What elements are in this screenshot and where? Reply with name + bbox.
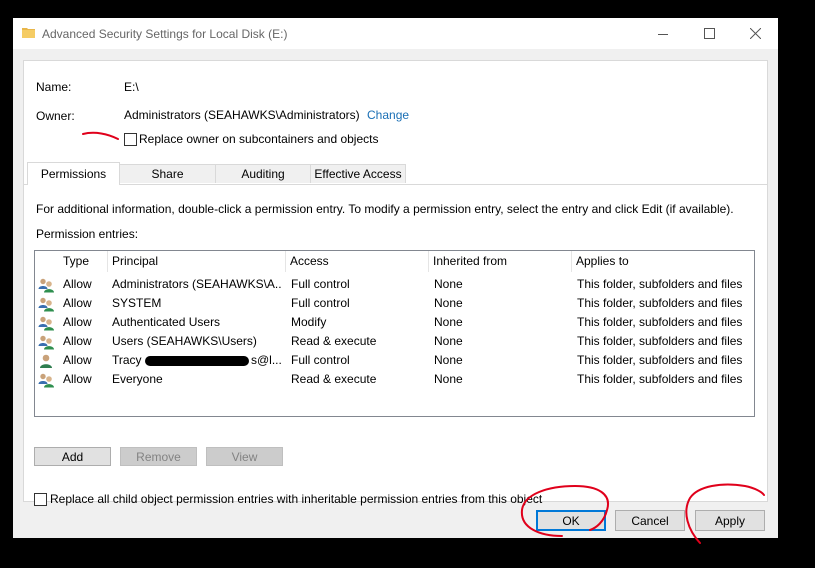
user-icon xyxy=(38,353,54,369)
name-label: Name: xyxy=(36,80,72,94)
column-header-inherited-from[interactable]: Inherited from xyxy=(429,251,572,272)
tab-permissions[interactable]: Permissions xyxy=(27,162,120,185)
cell-inherited: None xyxy=(434,372,463,386)
permission-row[interactable]: Allow Authenticated Users Modify None This f… xyxy=(35,313,754,332)
cell-type: Allow xyxy=(63,372,92,386)
minimize-icon xyxy=(658,33,668,35)
users-group-icon xyxy=(38,334,54,350)
cell-type: Allow xyxy=(63,334,92,348)
cell-inherited: None xyxy=(434,296,463,310)
folder-icon xyxy=(22,28,35,38)
apply-button[interactable]: Apply xyxy=(695,510,765,531)
content-panel: Name: E:\ Owner: Administrators (SEAHAWK… xyxy=(23,60,768,506)
cell-applies: This folder, subfolders and files xyxy=(577,372,743,386)
cell-applies: This folder, subfolders and files xyxy=(577,353,743,367)
permission-row[interactable]: Allow Everyone Read & execute None This fold… xyxy=(35,370,754,389)
permission-row[interactable]: Allow Tracy Full control None This folder, s… xyxy=(35,351,754,370)
cell-applies: This folder, subfolders and files xyxy=(577,277,743,291)
add-button[interactable]: Add xyxy=(34,447,111,466)
tab-strip: Permissions Share Auditing Effective Acc… xyxy=(24,162,767,185)
tab-auditing[interactable]: Auditing xyxy=(215,164,311,183)
cell-inherited: None xyxy=(434,334,463,348)
minimize-button[interactable] xyxy=(640,18,686,49)
cell-principal: SYSTEM xyxy=(112,296,162,310)
cell-inherited: None xyxy=(434,353,463,367)
tab-effective-access[interactable]: Effective Access xyxy=(310,164,406,183)
cancel-button[interactable]: Cancel xyxy=(615,510,685,531)
users-group-icon xyxy=(38,277,54,293)
close-button[interactable] xyxy=(732,18,778,49)
cell-type: Allow xyxy=(63,315,92,329)
column-header-applies-to[interactable]: Applies to xyxy=(572,251,754,272)
replace-child-permissions-label[interactable]: Replace all child object permission entr… xyxy=(50,492,542,506)
tab-divider xyxy=(24,184,767,185)
permission-row[interactable]: Allow Users (SEAHAWKS\Users) Read & execut… xyxy=(35,332,754,351)
permission-entries-list[interactable]: Type Principal Access Inherited from App… xyxy=(34,250,755,417)
cell-applies: This folder, subfolders and files xyxy=(577,334,743,348)
owner-value: Administrators (SEAHAWKS\Administrators) xyxy=(124,108,360,122)
tab-label: Permissions xyxy=(40,167,107,181)
permission-row[interactable]: Allow SYSTEM Full control None This folder, … xyxy=(35,294,754,313)
replace-owner-checkbox[interactable] xyxy=(124,133,137,146)
title-bar[interactable]: Advanced Security Settings for Local Dis… xyxy=(13,18,778,49)
permission-row[interactable]: Allow Administrators (SEAHAWKS\A... Full c… xyxy=(35,275,754,294)
cell-access: Read & execute xyxy=(291,372,377,386)
cell-applies: This folder, subfolders and files xyxy=(577,315,743,329)
column-header-principal[interactable]: Principal xyxy=(108,251,286,272)
cell-inherited: None xyxy=(434,277,463,291)
column-header-type[interactable]: Type xyxy=(59,251,108,272)
close-icon xyxy=(749,28,761,39)
cell-access: Full control xyxy=(291,353,350,367)
change-owner-link[interactable]: Change xyxy=(367,108,409,122)
tab-label: Share xyxy=(151,167,184,181)
redaction-mark xyxy=(145,356,249,366)
security-settings-window: Advanced Security Settings for Local Dis… xyxy=(13,18,778,538)
users-group-icon xyxy=(38,315,54,331)
cell-principal-tail: s@l... xyxy=(251,353,282,367)
maximize-button[interactable] xyxy=(686,18,732,49)
name-value: E:\ xyxy=(124,80,139,94)
users-group-icon xyxy=(38,296,54,312)
tab-label: Effective Access xyxy=(314,167,402,181)
cell-principal: Users (SEAHAWKS\Users) xyxy=(112,334,257,348)
cell-principal: Authenticated Users xyxy=(112,315,221,329)
replace-owner-label[interactable]: Replace owner on subcontainers and objec… xyxy=(139,132,378,146)
owner-label: Owner: xyxy=(36,109,75,123)
remove-button[interactable]: Remove xyxy=(120,447,197,466)
users-group-icon xyxy=(38,372,54,388)
column-header-access[interactable]: Access xyxy=(286,251,429,272)
permissions-description: For additional information, double-click… xyxy=(36,202,734,216)
view-button[interactable]: View xyxy=(206,447,283,466)
cell-applies: This folder, subfolders and files xyxy=(577,296,743,310)
cell-type: Allow xyxy=(63,353,92,367)
maximize-icon xyxy=(703,28,715,39)
cell-type: Allow xyxy=(63,277,92,291)
cell-principal: Administrators (SEAHAWKS\A... xyxy=(112,277,282,291)
window-title: Advanced Security Settings for Local Dis… xyxy=(42,27,288,41)
cell-principal: Everyone xyxy=(112,372,163,386)
tab-share[interactable]: Share xyxy=(119,164,216,183)
cell-access: Full control xyxy=(291,296,350,310)
cell-access: Modify xyxy=(291,315,327,329)
cell-access: Full control xyxy=(291,277,350,291)
tab-label: Auditing xyxy=(241,167,285,181)
cell-inherited: None xyxy=(434,315,463,329)
ok-button[interactable]: OK xyxy=(536,510,606,531)
permission-entries-label: Permission entries: xyxy=(36,227,139,241)
cell-type: Allow xyxy=(63,296,92,310)
replace-child-permissions-checkbox[interactable] xyxy=(34,493,47,506)
cell-access: Read & execute xyxy=(291,334,377,348)
